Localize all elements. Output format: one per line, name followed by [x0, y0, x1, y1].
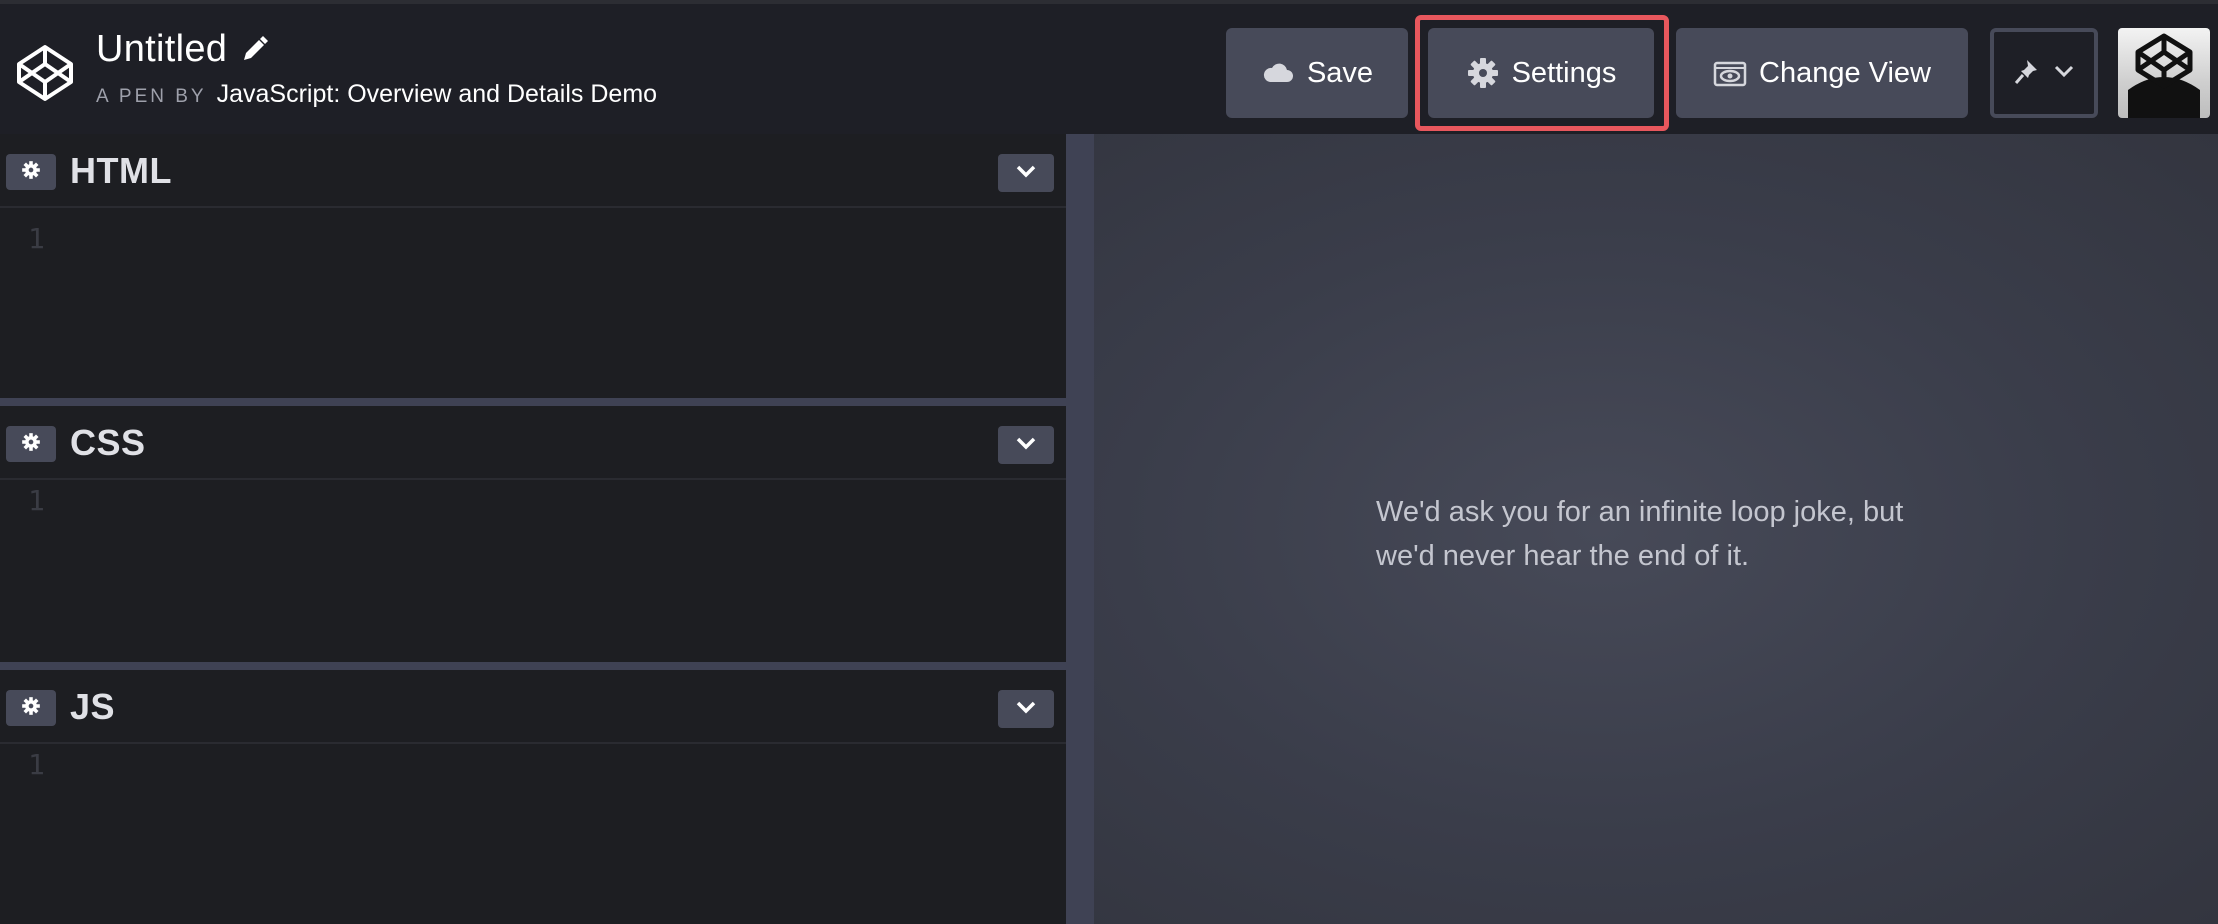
settings-button[interactable]: Settings	[1428, 28, 1654, 118]
pin-icon	[2013, 56, 2043, 91]
settings-button-label: Settings	[1511, 56, 1617, 89]
preview-message-line: we'd never hear the end of it.	[1376, 540, 1750, 572]
js-settings-button[interactable]	[6, 690, 56, 726]
line-number: 1	[28, 484, 45, 517]
chevron-down-icon	[2053, 64, 2075, 83]
save-button-label: Save	[1306, 56, 1374, 89]
preview-pane[interactable]: We'd ask you for an infinite loop joke, …	[1094, 134, 2218, 924]
chevron-down-icon	[1015, 436, 1037, 455]
js-editor-panel[interactable]: JS 1	[0, 670, 1066, 924]
panel-divider[interactable]	[0, 662, 1066, 670]
preview-message: We'd ask you for an infinite loop joke, …	[1376, 490, 1936, 578]
html-panel-header: HTML	[0, 134, 1066, 208]
panel-title: JS	[70, 686, 116, 727]
change-view-button-label: Change View	[1759, 56, 1931, 89]
pencil-icon[interactable]	[239, 35, 269, 65]
codepen-logo-icon[interactable]	[14, 42, 76, 104]
gear-icon	[21, 160, 41, 185]
save-button[interactable]: Save	[1226, 28, 1408, 118]
panel-divider[interactable]	[0, 398, 1066, 406]
pane-resizer[interactable]	[1066, 134, 1094, 924]
top-bar: Untitled A PEN BY JavaScript: Overview a…	[0, 0, 2218, 134]
css-editor-panel[interactable]: CSS 1	[0, 406, 1066, 662]
css-settings-button[interactable]	[6, 426, 56, 462]
panel-title: CSS	[70, 422, 146, 463]
change-view-button[interactable]: Change View	[1676, 28, 1968, 118]
html-collapse-button[interactable]	[998, 154, 1054, 192]
byline-label: A PEN BY	[96, 86, 207, 107]
js-collapse-button[interactable]	[998, 690, 1054, 728]
chevron-down-icon	[1015, 164, 1037, 183]
gear-icon	[21, 696, 41, 721]
editor-column: HTML 1 CSS 1 JS 1	[0, 134, 1066, 924]
preview-message-line: We'd ask you for an infinite loop joke, …	[1376, 496, 1904, 528]
line-number: 1	[28, 222, 45, 255]
html-editor-panel[interactable]: HTML 1	[0, 134, 1066, 398]
author-link[interactable]: JavaScript: Overview and Details Demo	[217, 80, 657, 109]
pin-dropdown-button[interactable]	[1990, 28, 2098, 118]
byline: A PEN BY JavaScript: Overview and Detail…	[96, 80, 657, 109]
chevron-down-icon	[1015, 700, 1037, 719]
user-avatar[interactable]	[2118, 28, 2210, 118]
css-panel-header: CSS	[0, 406, 1066, 480]
html-settings-button[interactable]	[6, 154, 56, 190]
gear-icon	[21, 432, 41, 457]
gear-icon	[1466, 56, 1500, 90]
cloud-icon	[1261, 56, 1295, 90]
pen-title-row: Untitled	[96, 28, 269, 71]
eye-icon	[1713, 56, 1747, 90]
css-collapse-button[interactable]	[998, 426, 1054, 464]
line-number: 1	[28, 748, 45, 781]
panel-title: HTML	[70, 150, 172, 191]
js-panel-header: JS	[0, 670, 1066, 744]
pen-title[interactable]: Untitled	[96, 28, 227, 71]
